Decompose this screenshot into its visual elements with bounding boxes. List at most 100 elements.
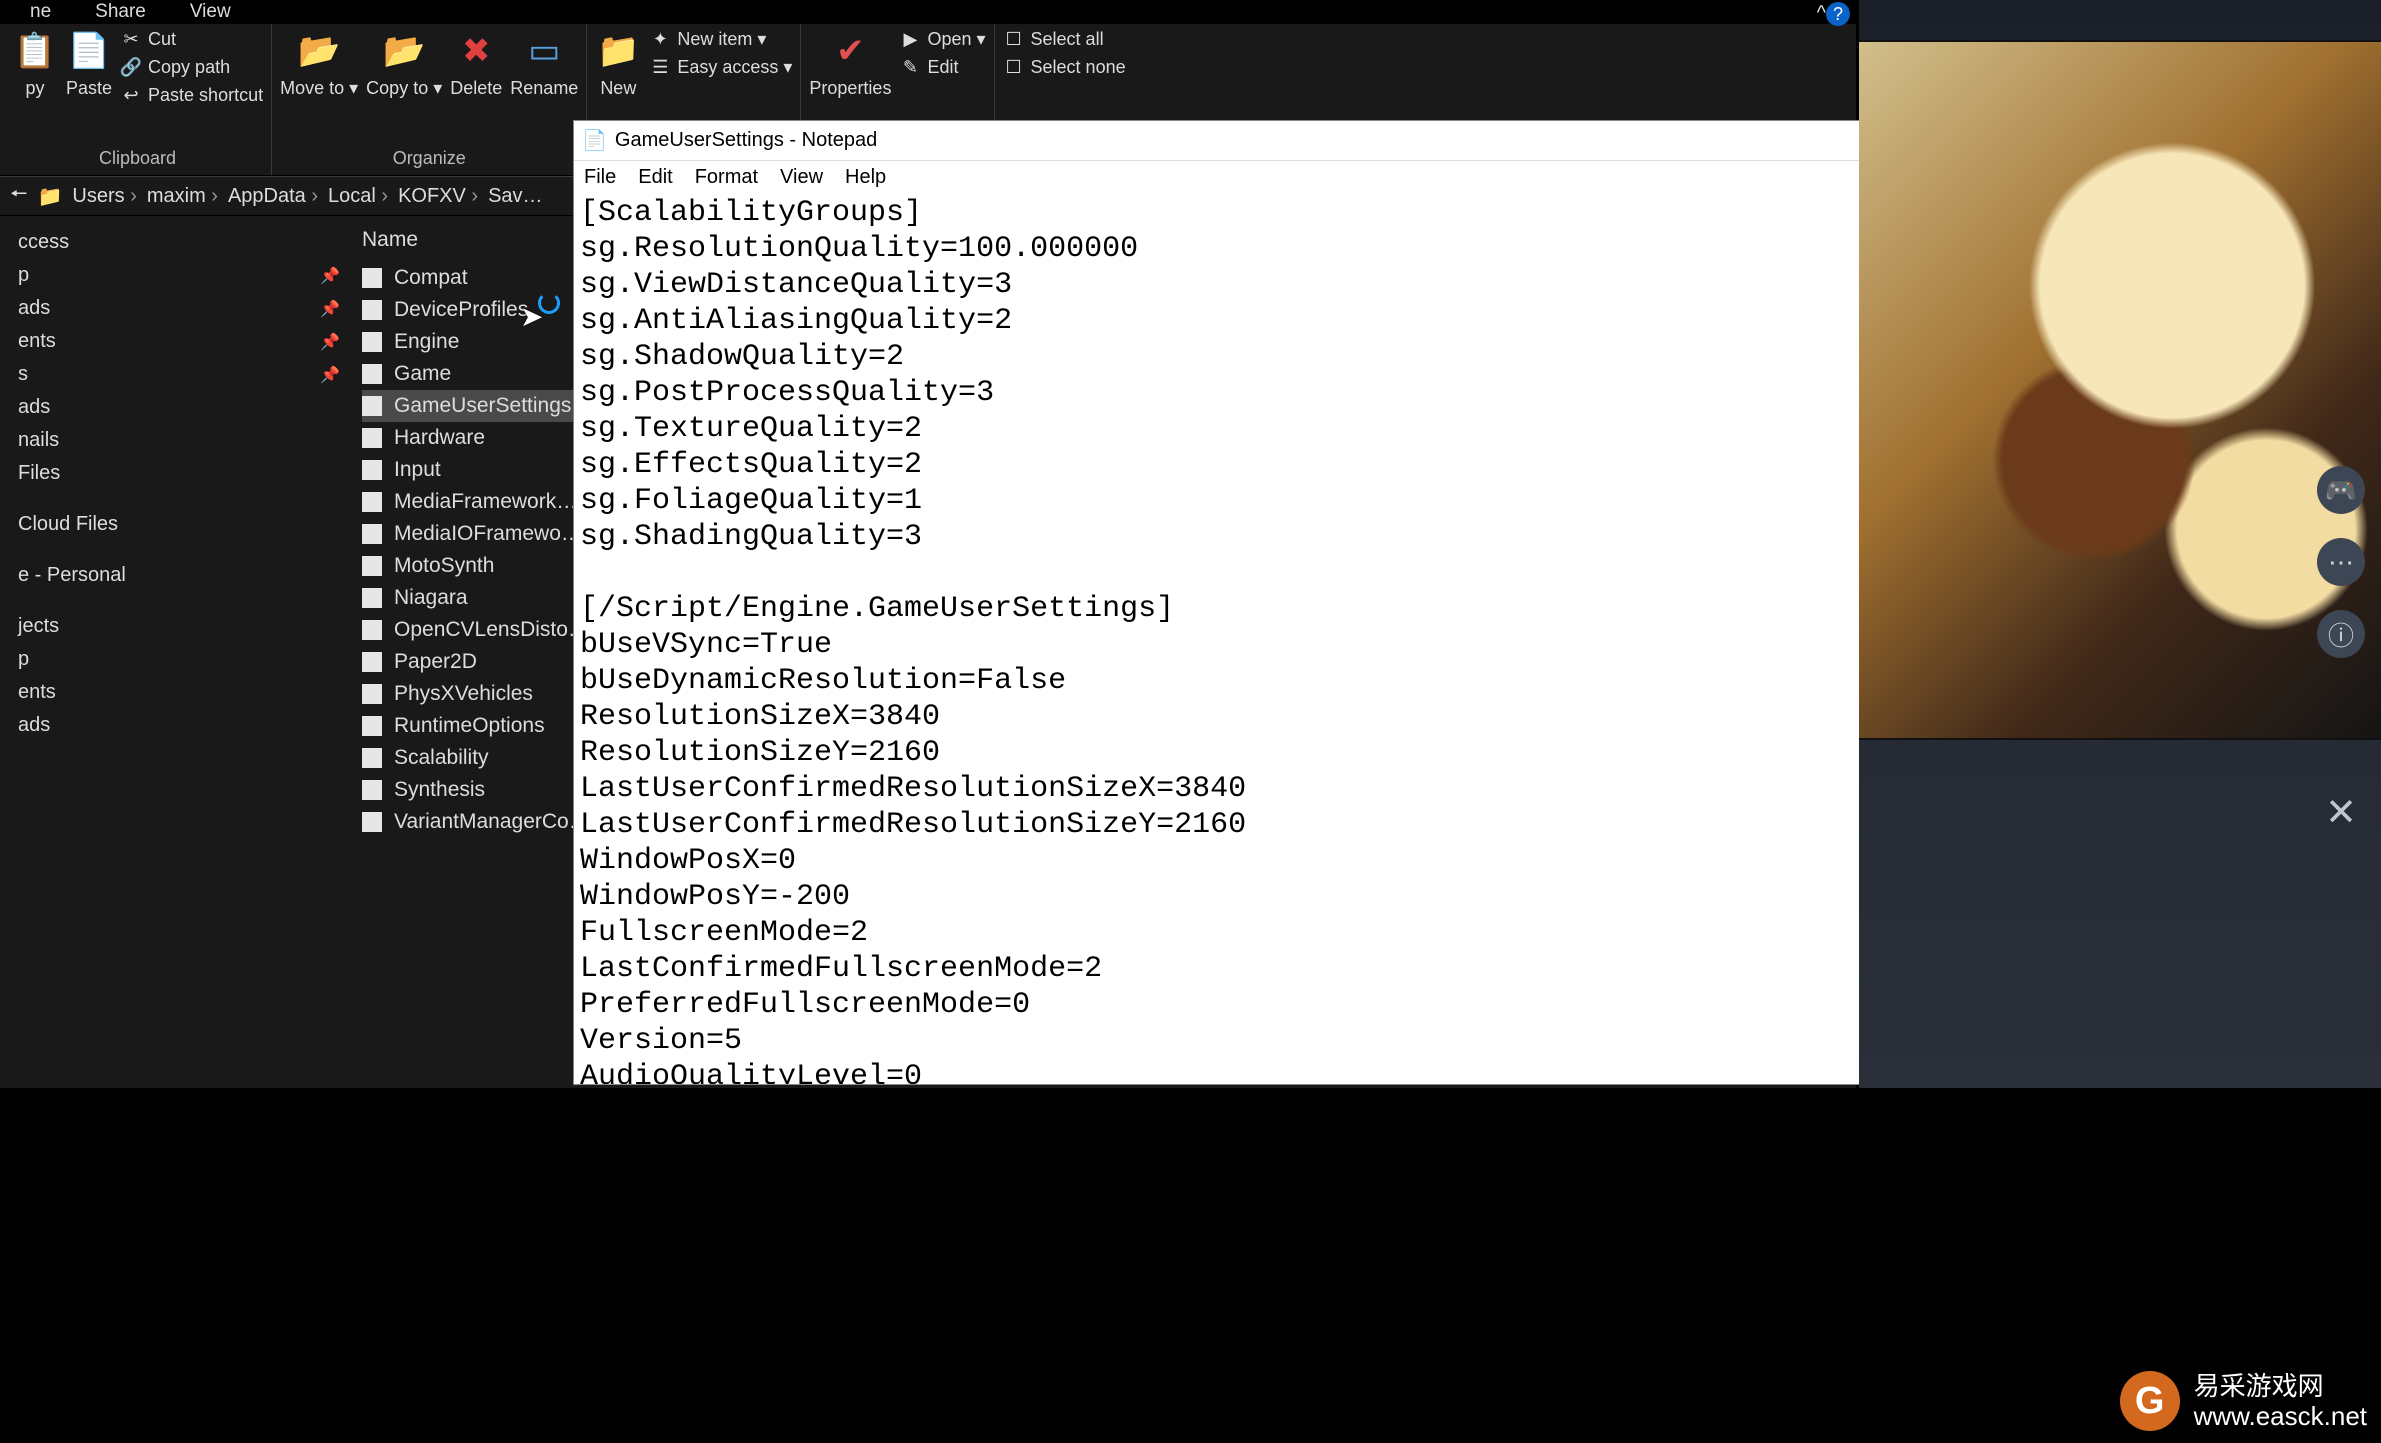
- paste-shortcut-button[interactable]: ↩Paste shortcut: [120, 84, 263, 106]
- watermark-line1: 易采游戏网: [2194, 1371, 2367, 1401]
- file-icon: [362, 524, 382, 544]
- menu-file[interactable]: File: [584, 166, 616, 189]
- select-all-button[interactable]: ☐Select all: [1003, 28, 1104, 50]
- nav-item[interactable]: Cloud Files: [0, 508, 350, 541]
- easy-access-icon: ☰: [649, 56, 671, 78]
- explorer-ribbon-tabs: ne Share View: [0, 0, 1856, 24]
- menu-help[interactable]: Help: [845, 166, 886, 189]
- select-none-button[interactable]: ☐ Select none: [1003, 56, 1126, 78]
- easy-access-button[interactable]: ☰ Easy access ▾: [649, 56, 792, 78]
- properties-icon: ✔: [827, 28, 873, 74]
- edit-icon: ✎: [899, 56, 921, 78]
- nav-item[interactable]: ads: [0, 391, 350, 424]
- panel-close-button[interactable]: ✕: [2319, 790, 2363, 834]
- pin-icon: 📌: [320, 365, 340, 385]
- copy-to-label: Copy to ▾: [366, 78, 442, 99]
- watermark: G 易采游戏网 www.easck.net: [2120, 1371, 2367, 1431]
- ribbon-collapse-button[interactable]: ^: [1817, 2, 1826, 25]
- nav-item[interactable]: jects: [0, 610, 350, 643]
- menu-view[interactable]: View: [780, 166, 823, 189]
- ribbon-group-organize: 📂 Move to ▾ 📂Copy to ▾ ✖Delete ▭Rename Or…: [272, 24, 587, 175]
- nav-item[interactable]: ads: [0, 709, 350, 742]
- info-icon[interactable]: ⓘ: [2317, 610, 2365, 658]
- nav-item[interactable]: ccess: [0, 226, 350, 259]
- file-name: Paper2D: [394, 650, 477, 674]
- letterbox-bottom: [0, 1088, 2381, 1443]
- file-name: Hardware: [394, 426, 485, 450]
- new-folder-button[interactable]: 📁New: [595, 28, 641, 99]
- select-none-icon: ☐: [1003, 56, 1025, 78]
- delete-button[interactable]: ✖Delete: [450, 28, 502, 99]
- copy-path-button[interactable]: 🔗Copy path: [120, 56, 230, 78]
- file-icon: [362, 364, 382, 384]
- file-icon: [362, 780, 382, 800]
- file-name: VariantManagerCo…: [394, 810, 590, 834]
- file-icon: [362, 428, 382, 448]
- copy-to-button[interactable]: 📂Copy to ▾: [366, 28, 442, 99]
- move-icon: 📂: [296, 28, 342, 74]
- pin-icon: 📌: [320, 266, 340, 286]
- rename-icon: ▭: [521, 28, 567, 74]
- file-name: Input: [394, 458, 441, 482]
- easy-access-label: Easy access ▾: [677, 57, 792, 78]
- ribbon-tab-home[interactable]: ne: [8, 1, 73, 23]
- move-to-button[interactable]: 📂 Move to ▾: [280, 28, 358, 99]
- file-name: PhysXVehicles: [394, 682, 533, 706]
- select-none-label: Select none: [1031, 57, 1126, 78]
- pin-icon: 📌: [320, 299, 340, 319]
- ribbon-tab-view[interactable]: View: [168, 1, 253, 23]
- copy-large-button[interactable]: 📋 py: [12, 28, 58, 99]
- file-icon: [362, 556, 382, 576]
- clipboard-icon: 📋: [12, 28, 58, 74]
- navigation-pane[interactable]: ccessp📌ads📌ents📌s📌adsnailsFilesCloud Fil…: [0, 216, 350, 1088]
- properties-button[interactable]: ✔Properties: [809, 28, 891, 99]
- nav-item[interactable]: nails: [0, 424, 350, 457]
- file-name: RuntimeOptions: [394, 714, 545, 738]
- back-button[interactable]: 🠔: [10, 179, 28, 213]
- new-item-button[interactable]: ✦New item ▾: [649, 28, 766, 50]
- delete-icon: ✖: [453, 28, 499, 74]
- nav-item[interactable]: ents📌: [0, 325, 350, 358]
- watermark-logo: G: [2120, 1371, 2180, 1431]
- pin-icon: 📌: [320, 332, 340, 352]
- copy-label: py: [25, 78, 44, 99]
- nav-item[interactable]: p📌: [0, 259, 350, 292]
- ribbon-tab-share[interactable]: Share: [73, 1, 168, 23]
- edit-button[interactable]: ✎Edit: [899, 56, 958, 78]
- breadcrumb[interactable]: Users: [72, 185, 136, 208]
- gamepad-icon[interactable]: 🎮: [2317, 466, 2365, 514]
- paste-button[interactable]: 📄 Paste: [66, 28, 112, 99]
- nav-item[interactable]: ads📌: [0, 292, 350, 325]
- breadcrumb[interactable]: maxim: [147, 185, 218, 208]
- nav-item[interactable]: Files: [0, 457, 350, 490]
- nav-item[interactable]: p: [0, 643, 350, 676]
- folder-icon: 📁: [38, 184, 63, 209]
- file-icon: [362, 684, 382, 704]
- ribbon-group-label: Organize: [393, 148, 466, 173]
- move-to-label: Move to ▾: [280, 78, 358, 99]
- breadcrumb[interactable]: Sav…: [488, 185, 542, 208]
- cut-button[interactable]: ✂Cut: [120, 28, 176, 50]
- open-button[interactable]: ▶Open ▾: [899, 28, 985, 50]
- menu-format[interactable]: Format: [695, 166, 758, 189]
- ellipsis-icon[interactable]: ⋯: [2317, 538, 2365, 586]
- file-name: Engine: [394, 330, 459, 354]
- paste-label: Paste: [66, 78, 112, 99]
- nav-item[interactable]: e - Personal: [0, 559, 350, 592]
- shortcut-icon: ↩: [120, 84, 142, 106]
- nav-item[interactable]: s📌: [0, 358, 350, 391]
- file-icon: [362, 620, 382, 640]
- nav-item[interactable]: ents: [0, 676, 350, 709]
- breadcrumb[interactable]: KOFXV: [398, 185, 478, 208]
- file-name: Scalability: [394, 746, 489, 770]
- breadcrumb[interactable]: Local: [328, 185, 388, 208]
- panel-side-icons: 🎮 ⋯ ⓘ: [2317, 466, 2365, 658]
- rename-button[interactable]: ▭Rename: [510, 28, 578, 99]
- paste-icon: 📄: [66, 28, 112, 74]
- file-name: Synthesis: [394, 778, 485, 802]
- breadcrumb[interactable]: AppData: [228, 185, 318, 208]
- file-name: Game: [394, 362, 451, 386]
- menu-edit[interactable]: Edit: [638, 166, 672, 189]
- ribbon-help-button[interactable]: ?: [1826, 2, 1850, 26]
- copy-path-label: Copy path: [148, 57, 230, 78]
